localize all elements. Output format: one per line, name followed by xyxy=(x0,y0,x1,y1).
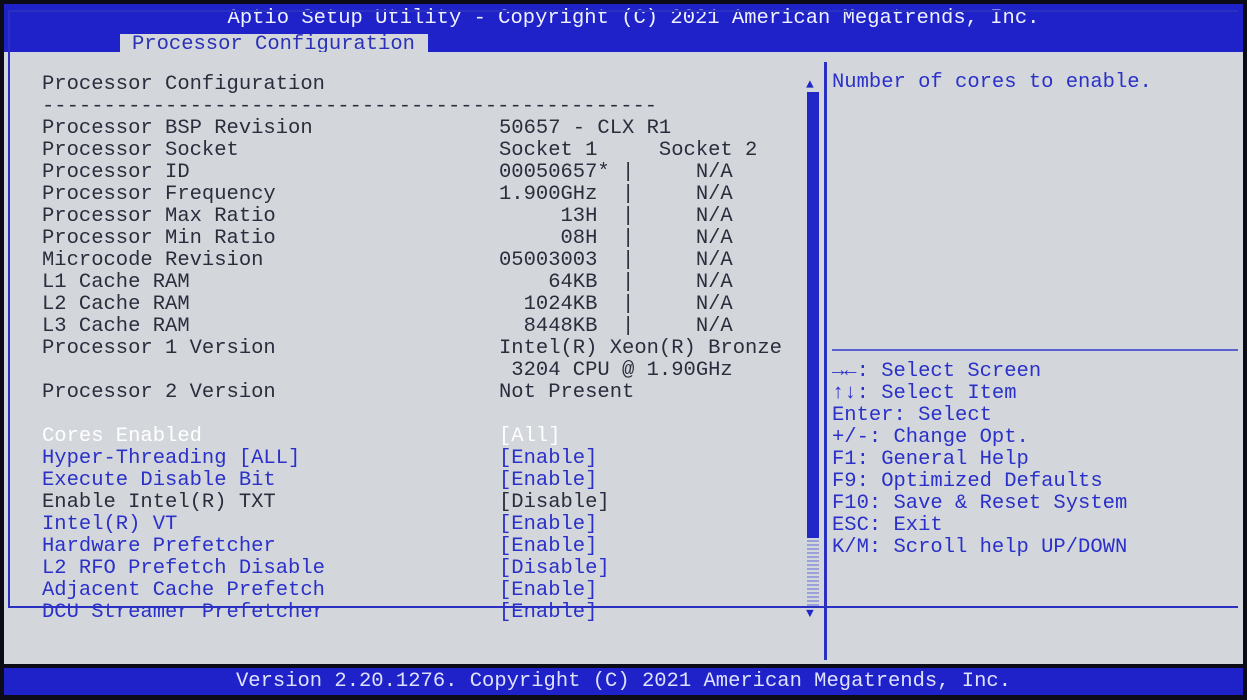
setting-value[interactable]: [Enable] xyxy=(499,536,597,558)
info-label: Processor 2 Version xyxy=(42,381,276,404)
info-label: Processor Max Ratio xyxy=(42,205,276,228)
info-label: L1 Cache RAM xyxy=(42,271,190,294)
setting-value[interactable]: [All] xyxy=(499,426,561,448)
info-label: Processor Frequency xyxy=(42,183,276,206)
info-value: 64KB | N/A xyxy=(499,271,733,294)
setting-label[interactable]: Cores Enabled xyxy=(42,426,202,448)
setting-label[interactable]: L2 RFO Prefetch Disable xyxy=(42,558,325,580)
info-label: Processor BSP Revision xyxy=(42,117,313,140)
key-help-item: F1: General Help xyxy=(832,448,1029,471)
info-value: 1024KB | N/A xyxy=(499,293,733,316)
footer-version: Version 2.20.1276. Copyright (C) 2021 Am… xyxy=(4,668,1243,695)
info-value: 13H | N/A xyxy=(499,205,733,228)
setting-label: Enable Intel(R) TXT xyxy=(42,491,276,514)
setting-label[interactable]: Hardware Prefetcher xyxy=(42,536,276,558)
setting-value[interactable]: [Enable] xyxy=(499,448,597,470)
info-value: 05003003 | N/A xyxy=(499,249,733,272)
setting-value: [Disable] xyxy=(499,491,610,514)
info-value: 50657 - CLX R1 xyxy=(499,117,672,140)
key-help-item: Enter: Select xyxy=(832,404,992,427)
info-value: 1.900GHz | N/A xyxy=(499,183,733,206)
scroll-up-icon[interactable]: ▲ xyxy=(806,78,814,92)
help-separator xyxy=(832,349,1238,351)
setting-value[interactable]: [Enable] xyxy=(499,580,597,602)
info-label: Processor Min Ratio xyxy=(42,227,276,250)
setting-label[interactable]: Adjacent Cache Prefetch xyxy=(42,580,325,602)
info-value: Socket 1 Socket 2 xyxy=(499,139,758,162)
info-label: Processor 1 Version xyxy=(42,337,276,360)
info-value: Intel(R) Xeon(R) Bronze xyxy=(499,337,782,360)
info-label: Processor Socket xyxy=(42,139,239,162)
info-value: 00050657* | N/A xyxy=(499,161,733,184)
info-value: 3204 CPU @ 1.90GHz xyxy=(499,359,733,382)
info-label: Microcode Revision xyxy=(42,249,264,272)
setting-label[interactable]: DCU Streamer Prefetcher xyxy=(42,602,325,624)
scroll-down-icon[interactable]: ▼ xyxy=(806,607,814,621)
info-value: 8448KB | N/A xyxy=(499,315,733,338)
section-separator: ----------------------------------------… xyxy=(42,95,658,118)
key-help-item: →←: Select Screen xyxy=(832,360,1042,383)
key-help-item: +/-: Change Opt. xyxy=(832,426,1029,449)
section-title: Processor Configuration xyxy=(42,73,325,96)
key-help-item: ↑↓: Select Item xyxy=(832,382,1017,405)
setting-value[interactable]: [Enable] xyxy=(499,602,597,624)
info-label: L2 Cache RAM xyxy=(42,293,190,316)
setting-value[interactable]: [Enable] xyxy=(499,514,597,536)
info-value: Not Present xyxy=(499,381,635,404)
setting-label[interactable]: Intel(R) VT xyxy=(42,514,177,536)
key-help-item: F9: Optimized Defaults xyxy=(832,470,1103,493)
info-label: Processor ID xyxy=(42,161,190,184)
key-help-item: ESC: Exit xyxy=(832,514,943,537)
key-help-item: K/M: Scroll help UP/DOWN xyxy=(832,536,1128,559)
info-value: 08H | N/A xyxy=(499,227,733,250)
setting-label[interactable]: Execute Disable Bit xyxy=(42,470,276,492)
help-description: Number of cores to enable. xyxy=(832,71,1152,94)
key-help-item: F10: Save & Reset System xyxy=(832,492,1128,515)
setting-value[interactable]: [Disable] xyxy=(499,558,610,580)
panel-divider xyxy=(824,62,827,660)
scrollbar-thumb[interactable] xyxy=(807,92,819,538)
setting-label[interactable]: Hyper-Threading [ALL] xyxy=(42,448,300,470)
setting-value[interactable]: [Enable] xyxy=(499,470,597,492)
info-label: L3 Cache RAM xyxy=(42,315,190,338)
